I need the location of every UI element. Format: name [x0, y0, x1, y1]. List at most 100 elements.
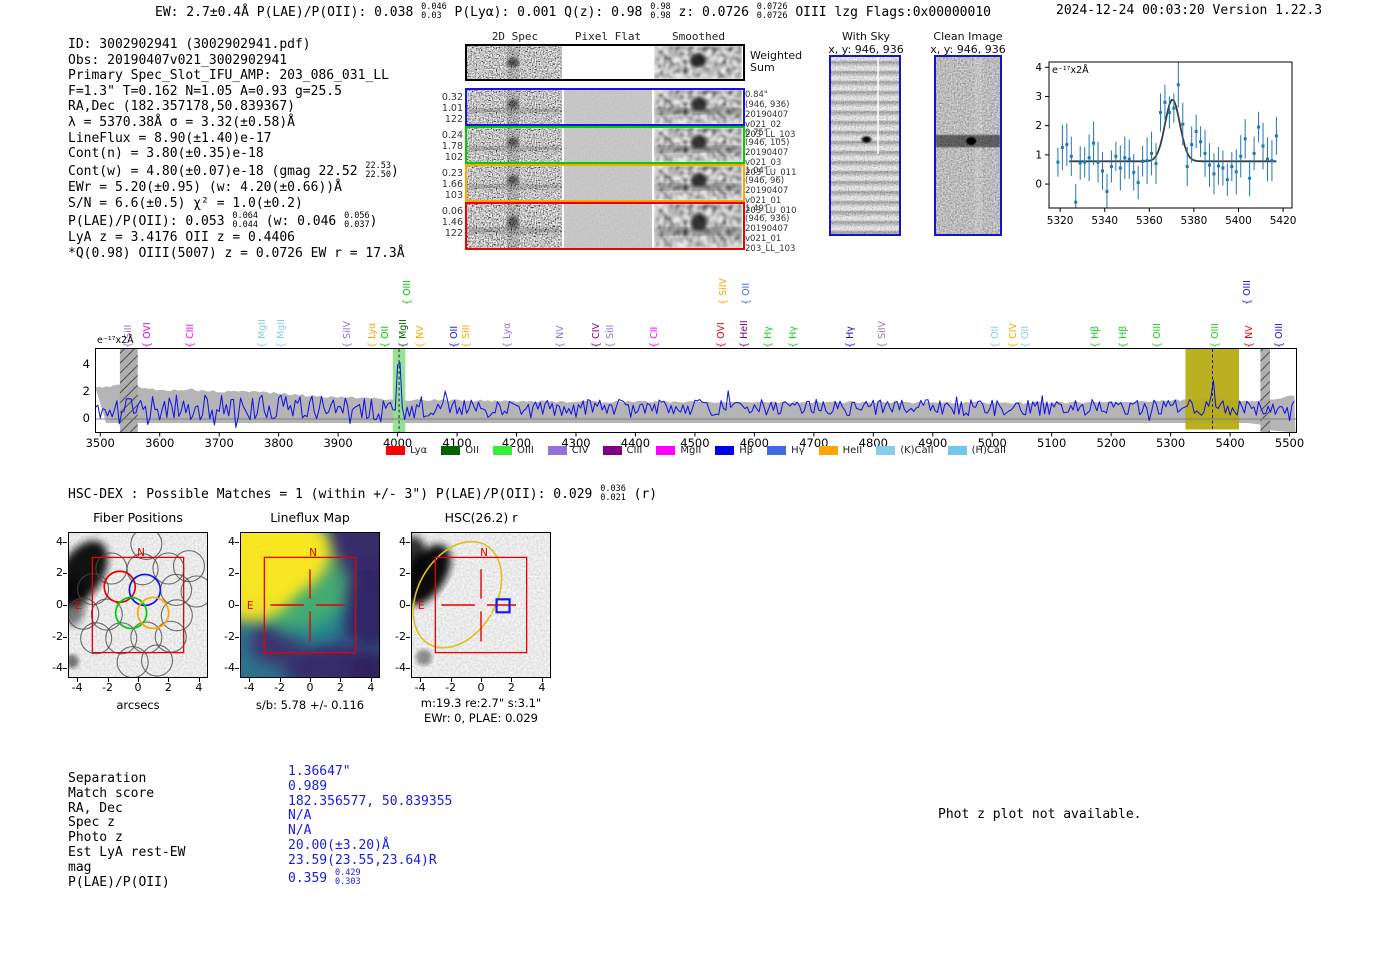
panel-ytick: 0: [56, 598, 63, 611]
legend-swatch: [386, 446, 406, 455]
tick-mark: [63, 605, 67, 606]
line-label-Hβ: Hβ: [1090, 326, 1101, 348]
fiber-weight-labels: 0.23 1.66 103: [441, 168, 463, 201]
line-label-Lyα: Lyα: [367, 323, 378, 348]
fiber-source-labels: 1.49" (946, 936) 20190407 v021_01 203_LL_103: [745, 204, 796, 254]
fiber-pixel-flat-image: [564, 90, 652, 124]
svg-text:5400: 5400: [1225, 215, 1252, 227]
match-value: 0.989: [288, 778, 328, 794]
tick-mark: [235, 668, 239, 670]
panel-xtick: 2: [164, 681, 172, 694]
legend-item: Hγ: [767, 445, 805, 456]
z-fraction: 0.0726 0.0726: [756, 2, 788, 22]
tick-mark: [77, 678, 79, 682]
fiber-smoothed-image: [654, 204, 742, 248]
elixer-report-page: EW: 2.7±0.4Å P(LAE)/P(OII): 0.038 0.046 0…: [0, 0, 1400, 953]
panel-xtick: -2: [445, 681, 457, 694]
tick-mark: [138, 678, 139, 682]
tick-mark: [279, 678, 281, 682]
legend-label: MgII: [680, 445, 702, 456]
clean-image-title: Clean Image x, y: 946, 936: [930, 30, 1006, 56]
info-line: ID: 3002902941 (3002902941.pdf): [68, 37, 311, 52]
legend-label: CIV: [571, 445, 589, 456]
plae-fraction: 0.046 0.03: [421, 2, 447, 22]
info-line: LineFlux = 8.90(±1.40)e-17: [68, 130, 272, 146]
east-label: E: [247, 600, 254, 612]
hsc-r-title: HSC(26.2) r: [444, 510, 518, 525]
panel-xtick: -4: [71, 681, 83, 694]
info-line: P(LAE)/P(OII): 0.053 0.064 0.044 (w: 0.04…: [68, 210, 378, 230]
fiber-pixel-flat-image: [564, 166, 652, 200]
legend-item: OII: [441, 445, 479, 456]
panel-xtick: -2: [102, 681, 114, 694]
match-label: Spec z: [68, 815, 115, 831]
header-datetime-version: 2024-12-24 00:03:20 Version 1.22.3: [1056, 3, 1323, 18]
legend-label: OII: [465, 445, 480, 456]
panel-ytick: 0: [228, 598, 235, 611]
line-label-CIV: CIV: [1008, 323, 1019, 348]
panel-ytick: -2: [224, 629, 235, 643]
svg-text:5320: 5320: [1047, 215, 1074, 227]
fiber-pixel-flat-image: [564, 204, 652, 248]
line-label-Lyα: Lyα: [502, 323, 513, 348]
panel-xtick: 4: [195, 681, 203, 694]
tick-mark: [235, 573, 239, 575]
sky-noise-overlay: [831, 57, 899, 234]
legend-swatch: [602, 446, 622, 455]
legend-item: CIII: [602, 445, 642, 456]
tick-mark: [168, 678, 170, 682]
weighted-2d-spec-image: [467, 46, 562, 79]
line-label-Hβ: Hβ: [1118, 326, 1129, 348]
fiber-2d-spec-image: [467, 204, 562, 248]
line-label-OIII: OIII: [1242, 280, 1253, 305]
north-label: N: [137, 547, 145, 559]
fiber-weight-labels: 0.24 1.78 102: [441, 130, 463, 163]
legend-label: Lyα: [410, 445, 428, 456]
legend-swatch: [767, 446, 787, 455]
info-line: LyA z = 3.4176 OII z = 0.4406: [68, 230, 295, 246]
tick-mark: [63, 573, 67, 575]
info-line: Cont(n) = 3.80(±0.35)e-18: [68, 146, 264, 162]
line-label-CIV: CIV: [591, 323, 602, 348]
header-ew-plae: EW: 2.7±0.4Å P(LAE)/P(OII): 0.038: [155, 4, 422, 20]
fiber-smoothed-image: [654, 166, 742, 200]
full-spectrum-chart: [95, 348, 1297, 437]
legend-label: HeII: [842, 445, 863, 456]
hsc-r-cutout: NE: [411, 532, 551, 678]
tick-mark: [340, 678, 342, 682]
line-label-OIII: OIII: [1274, 323, 1285, 348]
line-label-Hγ: Hγ: [788, 326, 799, 348]
info-line: Primary Spec_Slot_IFU_AMP: 203_086_031_L…: [68, 68, 389, 84]
info-line: F=1.3" T=0.162 N=1.05 A=0.93 g=25.5: [68, 83, 342, 99]
panel-ytick: 4: [399, 534, 406, 548]
match-value: N/A: [288, 823, 312, 839]
line-label-HeII: HeII: [739, 320, 750, 348]
panel-xtick: -4: [243, 681, 255, 694]
column-header-2d-spec: 2D Spec: [491, 30, 539, 43]
fiber-cutout-rows: 0.32 1.01 122 0.84" (946, 936) 20190407 …: [442, 88, 796, 254]
photz-note: Phot z plot not available.: [938, 807, 1142, 822]
panel-xtick: 2: [336, 681, 344, 694]
column-header-pixel-flat: Pixel Flat: [574, 30, 642, 43]
tick-mark: [235, 605, 239, 606]
east-label: E: [418, 600, 425, 612]
fiber-smoothed-image: [654, 128, 742, 162]
fiber-cutout-row: 0.24 1.78 102 0.75" (946, 105) 20190407 …: [442, 126, 796, 178]
tick-mark: [310, 678, 311, 682]
tick-mark: [235, 636, 239, 638]
line-label-OII: OII: [380, 326, 391, 348]
match-label: Photo z: [68, 830, 123, 846]
match-label: Est LyA rest-EW: [68, 844, 186, 860]
line-label-OIII: OIII: [1152, 323, 1163, 348]
legend-swatch: [715, 446, 735, 455]
hsc-dex-match-line: HSC-DEX : Possible Matches = 1 (within +…: [68, 484, 658, 504]
panel-xtick: 4: [538, 681, 546, 694]
tick-mark: [107, 678, 109, 682]
legend-swatch: [441, 446, 461, 455]
main-ytick: 4: [82, 357, 90, 371]
panel-ytick: -4: [395, 661, 406, 675]
legend-label: Hγ: [791, 445, 805, 456]
tick-mark: [249, 678, 251, 682]
tick-mark: [541, 678, 543, 682]
line-label-MgII: MgII: [257, 319, 268, 348]
